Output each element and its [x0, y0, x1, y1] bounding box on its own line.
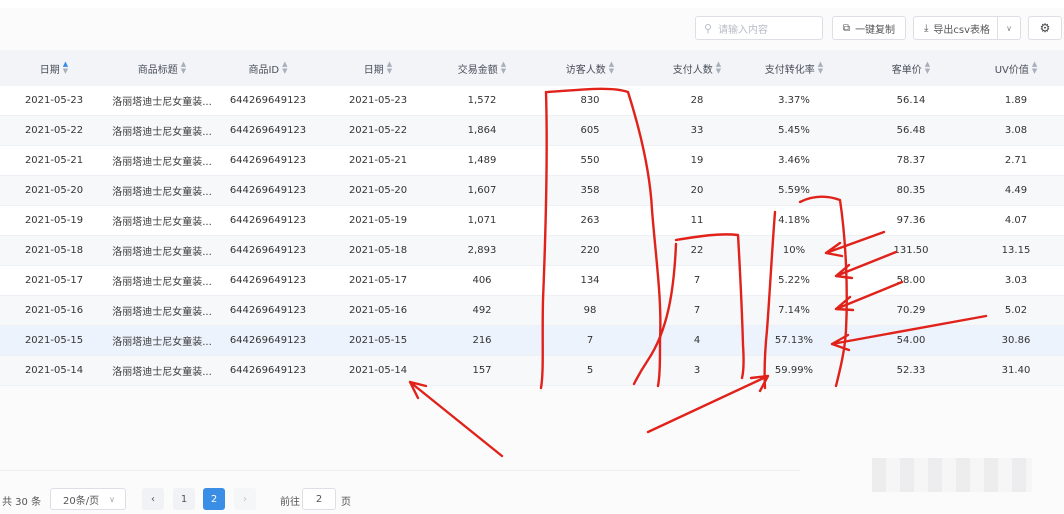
payers-bracket-mark: [632, 233, 745, 386]
visitors-bracket-mark: [539, 87, 662, 390]
arrow-to-0514-rate: [646, 374, 770, 434]
conversion-bracket-mark: [763, 195, 848, 390]
arrow-to-0514-date: [408, 380, 504, 458]
arrow-row-0518: [824, 230, 886, 258]
arrow-row-0515: [830, 314, 988, 352]
red-annotation-overlay: [408, 87, 988, 458]
